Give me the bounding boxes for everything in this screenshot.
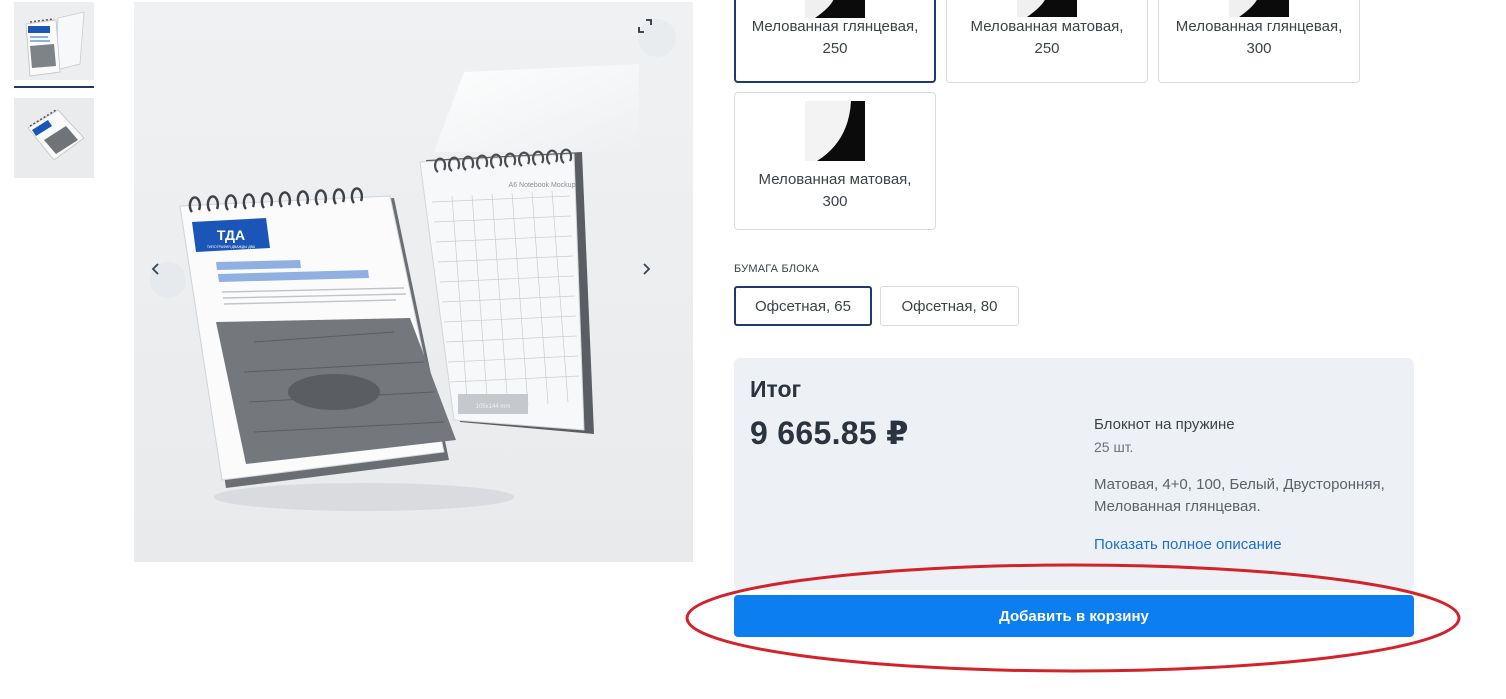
block-paper-title: БУМАГА БЛОКА [734, 263, 820, 275]
total-price: 9 665.85 ₽ [750, 415, 909, 451]
paper-swatch-icon [805, 101, 865, 161]
chevron-right-icon [643, 263, 651, 275]
cover-paper-label: Мелованная матовая, 250 [970, 18, 1124, 57]
order-summary: Итог 9 665.85 ₽ Блокнот на пружине 25 шт… [734, 358, 1414, 590]
cover-paper-option[interactable]: Мелованная матовая, 300 [734, 92, 936, 230]
order-description: Блокнот на пружине 25 шт. Матовая, 4+0, … [1094, 414, 1404, 556]
block-paper-label: Офсетная, 65 [755, 297, 851, 315]
block-paper-option[interactable]: Офсетная, 65 [734, 286, 872, 326]
logo-subtitle: ТИПОГРАФИЯ ДВАЖДЫ ДВА [207, 245, 256, 249]
logo-text: ТДА [217, 227, 245, 243]
notebook-thumbnail-image [14, 2, 94, 80]
thumbnail-active-indicator [14, 86, 94, 88]
product-quantity: 25 шт. [1094, 439, 1134, 455]
previous-image-button[interactable] [150, 262, 186, 298]
cover-paper-option[interactable]: Мелованная глянцевая, 300 [1158, 0, 1360, 83]
next-image-button[interactable] [640, 262, 676, 298]
thumbnail-1[interactable] [14, 2, 94, 80]
chevron-left-icon [151, 263, 159, 275]
expand-image-button[interactable] [638, 19, 676, 57]
notebook-mockup-image: A6 Notebook Mockup 105x144 mm ТДА ТИПОГР… [134, 2, 693, 562]
paper-swatch-icon [1229, 0, 1289, 17]
product-image-gallery: A6 Notebook Mockup 105x144 mm ТДА ТИПОГР… [134, 2, 693, 562]
summary-title: Итог [750, 376, 802, 402]
block-paper-option[interactable]: Офсетная, 80 [880, 286, 1019, 326]
cover-paper-label: Мелованная матовая, 300 [758, 171, 912, 210]
cover-paper-option[interactable]: Мелованная глянцевая, 250 [734, 0, 936, 83]
show-full-description-link[interactable]: Показать полное описание [1094, 534, 1404, 556]
notebook-label: A6 Notebook Mockup [509, 182, 576, 189]
notebook-thumbnail-image [14, 98, 94, 178]
thumbnail-2[interactable] [14, 98, 94, 178]
paper-swatch-icon [1017, 0, 1077, 17]
block-paper-label: Офсетная, 80 [901, 297, 998, 315]
add-to-cart-button[interactable]: Добавить в корзину [734, 595, 1414, 637]
cover-paper-option[interactable]: Мелованная матовая, 250 [946, 0, 1148, 83]
size-label: 105x144 mm [476, 404, 511, 410]
cover-paper-label: Мелованная глянцевая, 250 [751, 18, 919, 57]
product-name: Блокнот на пружине [1094, 416, 1235, 433]
product-options: Матовая, 4+0, 100, Белый, Двусторонняя, … [1094, 476, 1385, 515]
expand-icon [638, 19, 652, 33]
cover-paper-label: Мелованная глянцевая, 300 [1175, 18, 1343, 57]
